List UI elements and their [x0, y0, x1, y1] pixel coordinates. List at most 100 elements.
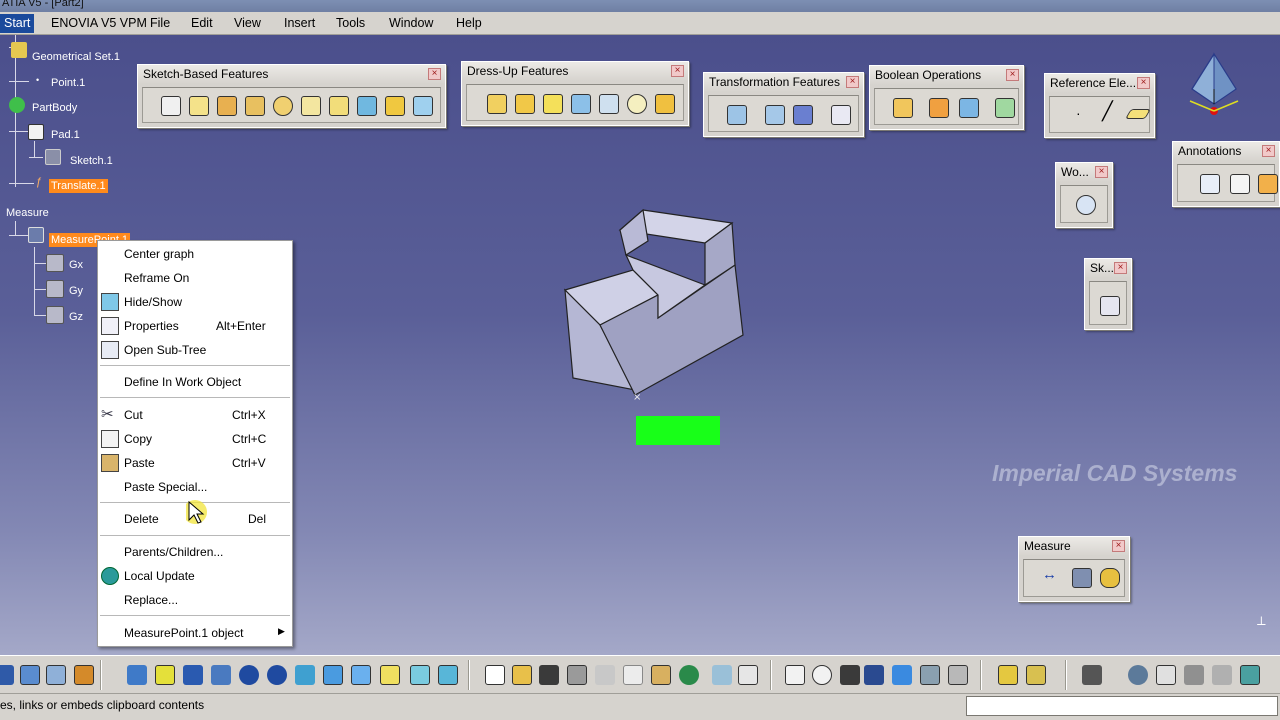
- menu-view[interactable]: View: [234, 16, 261, 30]
- shading-icon[interactable]: [380, 665, 400, 685]
- menu-item-open-sub-tree[interactable]: Open Sub-Tree: [98, 339, 292, 361]
- open-folder-icon[interactable]: [512, 665, 532, 685]
- close-icon[interactable]: ×: [671, 65, 684, 77]
- thickness-icon[interactable]: [599, 94, 619, 114]
- translation-icon[interactable]: [727, 105, 747, 125]
- toolbar-title[interactable]: Transformation Features: [704, 73, 863, 92]
- table-icon[interactable]: [864, 665, 884, 685]
- close-icon[interactable]: ×: [846, 76, 859, 88]
- measure-inertia-icon[interactable]: [1100, 568, 1120, 588]
- rotate-view-icon[interactable]: [211, 665, 231, 685]
- menu-item-object-submenu[interactable]: MeasurePoint.1 object ▶: [98, 622, 292, 644]
- close-icon[interactable]: ×: [428, 68, 441, 80]
- tree-translate[interactable]: Translate.1: [49, 179, 108, 193]
- chamfer-icon[interactable]: [515, 94, 535, 114]
- tree-sketch[interactable]: Sketch.1: [70, 155, 113, 167]
- normal-view-icon[interactable]: [127, 665, 147, 685]
- new-file-icon[interactable]: [485, 665, 505, 685]
- removed-multi-section-icon[interactable]: [413, 96, 433, 116]
- close-icon[interactable]: ×: [1112, 540, 1125, 552]
- sketch-icon[interactable]: [1100, 296, 1120, 316]
- zoom-in-icon[interactable]: [239, 665, 259, 685]
- menu-tools[interactable]: Tools: [336, 16, 365, 30]
- layers-icon[interactable]: [1026, 665, 1046, 685]
- paste-icon[interactable]: [651, 665, 671, 685]
- rotate-icon[interactable]: [74, 665, 94, 685]
- menu-item-define-in-work-object[interactable]: Define In Work Object: [98, 371, 292, 393]
- save-icon[interactable]: [539, 665, 559, 685]
- mirror-icon[interactable]: [765, 105, 785, 125]
- compass-icon[interactable]: [1184, 49, 1254, 129]
- menu-item-cut[interactable]: ✂ Cut Ctrl+X: [98, 404, 292, 426]
- command-input[interactable]: [966, 696, 1278, 716]
- menu-insert[interactable]: Insert: [284, 16, 315, 30]
- menu-item-paste-special[interactable]: Paste Special...: [98, 476, 292, 498]
- measure-between-icon[interactable]: ↔: [1042, 566, 1057, 583]
- assemble-icon[interactable]: [893, 98, 913, 118]
- stack-icon[interactable]: [998, 665, 1018, 685]
- menu-item-copy[interactable]: Copy Ctrl+C: [98, 428, 292, 450]
- close-icon[interactable]: ×: [1114, 262, 1127, 274]
- tree-pad[interactable]: Pad.1: [51, 129, 80, 141]
- tree-gy[interactable]: Gy: [69, 285, 83, 297]
- toolbar-title[interactable]: Dress-Up Features: [462, 62, 688, 81]
- remove-face-icon[interactable]: [655, 94, 675, 114]
- zoom-out-icon[interactable]: [267, 665, 287, 685]
- stiffener-icon[interactable]: [357, 96, 377, 116]
- menu-item-replace[interactable]: Replace...: [98, 589, 292, 611]
- rectangular-pattern-icon[interactable]: [793, 105, 813, 125]
- menu-start[interactable]: Start: [0, 14, 35, 33]
- close-icon[interactable]: ×: [1262, 145, 1275, 157]
- tree-partbody[interactable]: PartBody: [32, 102, 77, 114]
- remove-lump-icon[interactable]: [995, 98, 1015, 118]
- hole-icon[interactable]: [273, 96, 293, 116]
- print-icon[interactable]: [567, 665, 587, 685]
- part-model[interactable]: ×: [540, 195, 770, 445]
- slot-icon[interactable]: [329, 96, 349, 116]
- menu-window[interactable]: Window: [389, 16, 433, 30]
- pan-icon[interactable]: [46, 665, 66, 685]
- pocket-icon[interactable]: [189, 96, 209, 116]
- menu-help[interactable]: Help: [456, 16, 482, 30]
- pan-arrows-icon[interactable]: [183, 665, 203, 685]
- comment-icon[interactable]: [812, 665, 832, 685]
- menu-edit[interactable]: Edit: [191, 16, 213, 30]
- ratio-icon[interactable]: [1212, 665, 1232, 685]
- fly-mode-icon[interactable]: [0, 665, 14, 685]
- plane-icon[interactable]: [1125, 109, 1151, 119]
- draft-icon[interactable]: [543, 94, 563, 114]
- fit-all-icon[interactable]: [20, 665, 40, 685]
- screen-icon[interactable]: [1240, 665, 1260, 685]
- flag-note-icon[interactable]: [1230, 174, 1250, 194]
- toolbar-title[interactable]: Sketch-Based Features: [138, 65, 445, 84]
- swap-space-icon[interactable]: [438, 665, 458, 685]
- knowledge-icon[interactable]: [840, 665, 860, 685]
- thread-icon[interactable]: [627, 94, 647, 114]
- copy-icon[interactable]: [623, 665, 643, 685]
- tree-point[interactable]: Point.1: [51, 77, 85, 89]
- multi-section-solid-icon[interactable]: [385, 96, 405, 116]
- close-icon[interactable]: ×: [1137, 77, 1150, 89]
- add-icon[interactable]: [929, 98, 949, 118]
- point-icon[interactable]: ·: [1076, 105, 1081, 121]
- 3d-annotation-icon[interactable]: [1258, 174, 1278, 194]
- shaft-icon[interactable]: [217, 96, 237, 116]
- align-icon[interactable]: [948, 665, 968, 685]
- tree-geometrical-set[interactable]: Geometrical Set.1: [32, 51, 120, 63]
- close-icon[interactable]: ×: [1095, 166, 1108, 178]
- menu-item-properties[interactable]: Properties Alt+Enter: [98, 315, 292, 337]
- close-icon[interactable]: ×: [1006, 69, 1019, 81]
- select-icon[interactable]: [155, 665, 175, 685]
- menu-item-center-graph[interactable]: Center graph: [98, 243, 292, 265]
- groove-icon[interactable]: [245, 96, 265, 116]
- line-icon[interactable]: ╱: [1102, 101, 1113, 122]
- menu-item-local-update[interactable]: Local Update: [98, 565, 292, 587]
- formula-icon[interactable]: [785, 665, 805, 685]
- iso-view-icon[interactable]: [351, 665, 371, 685]
- cut-icon[interactable]: [595, 665, 615, 685]
- union-trim-icon[interactable]: [959, 98, 979, 118]
- capture-icon[interactable]: [1082, 665, 1102, 685]
- menu-enovia[interactable]: ENOVIA V5 VPM: [51, 16, 147, 30]
- hand-icon[interactable]: [1156, 665, 1176, 685]
- tree-measure[interactable]: Measure: [6, 207, 49, 219]
